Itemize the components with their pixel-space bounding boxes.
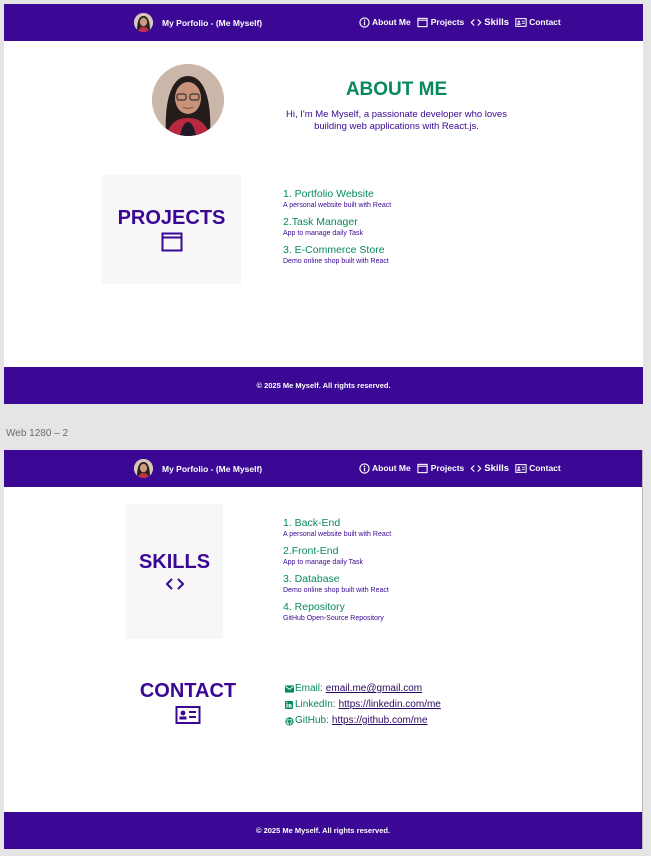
github-link[interactable]: https://github.com/me <box>332 713 428 729</box>
skill-title: 2.Front-End <box>283 545 339 557</box>
code-icon <box>164 576 186 592</box>
projects-title: PROJECTS <box>117 207 226 229</box>
nav-link-label: Projects <box>430 463 465 473</box>
skills-title: SKILLS <box>138 551 211 573</box>
list-item: 3. E-Commerce Store Demo online shop bui… <box>283 244 391 266</box>
list-item: 2.Task Manager App to manage daily Task <box>283 216 391 238</box>
contact-label: GitHub: <box>295 715 329 726</box>
brand[interactable]: My Porfolio - (Me Myself) <box>134 459 262 478</box>
project-description: Demo online shop built with React <box>283 258 389 265</box>
nav-link-contact[interactable]: Contact <box>515 462 561 474</box>
brand[interactable]: My Porfolio - (Me Myself) <box>134 13 262 32</box>
contact-row-email: Email: email.me@gmail.com <box>284 681 441 697</box>
linkedin-link[interactable]: https://linkedin.com/me <box>339 697 441 713</box>
contact-label: LinkedIn: <box>295 699 336 710</box>
nav-link-label: Contact <box>529 17 561 27</box>
skill-description: GitHub Open-Source Repository <box>283 615 384 622</box>
contact-row-github: GitHub: https://github.com/me <box>284 713 441 729</box>
nav-link-skills[interactable]: Skills <box>470 16 509 28</box>
list-item: 1. Back-End A personal website built wit… <box>283 517 391 539</box>
projects-card: PROJECTS <box>102 175 241 284</box>
contact-row-linkedin: LinkedIn: https://linkedin.com/me <box>284 697 441 713</box>
info-icon <box>358 462 370 474</box>
brand-title: My Porfolio - (Me Myself) <box>162 17 263 28</box>
nav-link-skills[interactable]: Skills <box>470 462 509 474</box>
contact-card-icon <box>515 16 527 28</box>
contact-label: Email: <box>295 683 323 694</box>
navbar: My Porfolio - (Me Myself) About Me Proje… <box>4 4 643 41</box>
window-icon <box>161 232 183 252</box>
contact-card-icon <box>132 705 244 725</box>
navbar: My Porfolio - (Me Myself) About Me Proje… <box>4 450 642 487</box>
skill-description: App to manage daily Task <box>283 559 364 566</box>
skill-description: Demo online shop built with React <box>283 587 389 594</box>
nav-link-label: Skills <box>484 462 510 474</box>
nav-link-about-me[interactable]: About Me <box>358 16 411 28</box>
about-text: Hi, I'm Me Myself, a passionate develope… <box>286 109 507 132</box>
github-icon <box>284 716 294 726</box>
contact-card-icon <box>515 462 527 474</box>
about-title: ABOUT ME <box>345 79 448 100</box>
project-title: 2.Task Manager <box>283 216 358 228</box>
mail-icon <box>284 684 294 694</box>
list-item: 3. Database Demo online shop built with … <box>283 573 391 595</box>
footer-text: © 2025 Me Myself. All rights reserved. <box>256 381 391 390</box>
skills-list: 1. Back-End A personal website built wit… <box>283 517 391 629</box>
window-icon <box>417 462 429 474</box>
contact-list: Email: email.me@gmail.com LinkedIn: http… <box>284 681 441 729</box>
skill-title: 1. Back-End <box>283 517 341 529</box>
nav-link-label: About Me <box>372 17 411 27</box>
avatar <box>134 459 153 478</box>
skill-title: 4. Repository <box>283 601 345 613</box>
skills-card: SKILLS <box>126 504 223 639</box>
window-icon <box>417 16 429 28</box>
nav-link-label: About Me <box>372 463 411 473</box>
code-icon <box>470 462 482 474</box>
nav-link-label: Contact <box>529 463 561 473</box>
nav-link-projects[interactable]: Projects <box>417 462 465 474</box>
nav-link-about-me[interactable]: About Me <box>358 462 411 474</box>
project-description: App to manage daily Task <box>283 230 364 237</box>
nav-link-contact[interactable]: Contact <box>515 16 561 28</box>
nav-link-projects[interactable]: Projects <box>417 16 465 28</box>
skill-title: 3. Database <box>283 573 340 585</box>
footer: © 2025 Me Myself. All rights reserved. <box>4 367 643 404</box>
contact-heading: CONTACT <box>132 680 244 725</box>
code-icon <box>470 16 482 28</box>
list-item: 2.Front-End App to manage daily Task <box>283 545 391 567</box>
nav-links: About Me Projects Skills Contact <box>358 462 561 474</box>
project-description: A personal website built with React <box>283 202 392 209</box>
brand-title: My Porfolio - (Me Myself) <box>162 463 263 474</box>
portfolio-page-1: My Porfolio - (Me Myself) About Me Proje… <box>4 4 643 404</box>
portfolio-page-2: My Porfolio - (Me Myself) About Me Proje… <box>4 450 643 849</box>
frame-label: Web 1280 – 2 <box>6 428 69 439</box>
projects-list: 1. Portfolio Website A personal website … <box>283 188 391 272</box>
email-link[interactable]: email.me@gmail.com <box>326 681 422 697</box>
profile-photo <box>152 64 224 136</box>
list-item: 1. Portfolio Website A personal website … <box>283 188 391 210</box>
project-title: 3. E-Commerce Store <box>283 244 385 256</box>
nav-link-label: Projects <box>430 17 465 27</box>
avatar <box>134 13 153 32</box>
contact-title: CONTACT <box>139 680 237 702</box>
info-icon <box>358 16 370 28</box>
footer-text: © 2025 Me Myself. All rights reserved. <box>255 826 391 835</box>
nav-link-label: Skills <box>484 16 510 28</box>
linkedin-icon <box>284 700 294 710</box>
project-title: 1. Portfolio Website <box>283 188 374 200</box>
skill-description: A personal website built with React <box>283 531 392 538</box>
footer: © 2025 Me Myself. All rights reserved. <box>4 812 642 849</box>
nav-links: About Me Projects Skills Contact <box>358 16 561 28</box>
list-item: 4. Repository GitHub Open-Source Reposit… <box>283 601 391 623</box>
